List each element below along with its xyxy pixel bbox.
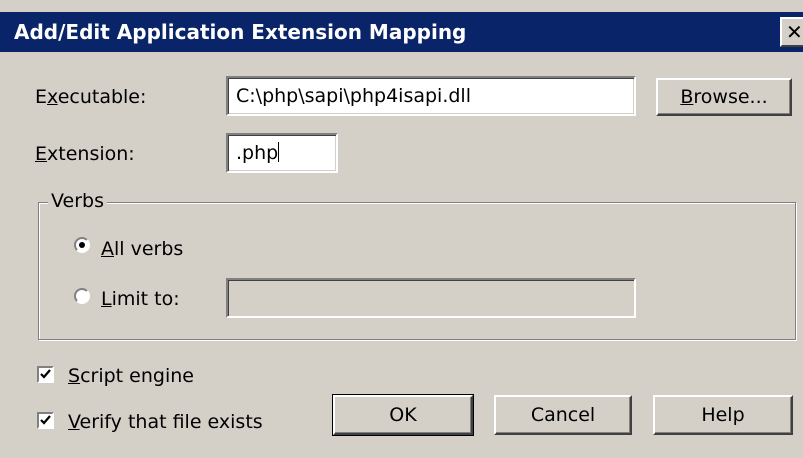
browse-button[interactable]: Browse... xyxy=(656,78,792,116)
verbs-legend: Verbs xyxy=(48,190,107,212)
limit-to-input[interactable] xyxy=(226,278,636,318)
title-bar[interactable]: Add/Edit Application Extension Mapping ✕ xyxy=(0,12,803,52)
verbs-groupbox xyxy=(38,202,796,340)
extension-label: Extension: xyxy=(35,143,135,165)
dialog-title: Add/Edit Application Extension Mapping xyxy=(14,20,467,44)
script-engine-label[interactable]: Script engine xyxy=(68,365,194,387)
extension-mapping-dialog: Add/Edit Application Extension Mapping ✕… xyxy=(0,0,803,458)
cancel-button[interactable]: Cancel xyxy=(494,395,632,435)
verify-file-checkbox[interactable] xyxy=(37,412,54,429)
extension-value: .php xyxy=(236,142,279,164)
help-button[interactable]: Help xyxy=(653,395,793,435)
ok-button[interactable]: OK xyxy=(332,394,474,436)
close-icon: ✕ xyxy=(786,20,803,44)
all-verbs-radio[interactable] xyxy=(74,237,90,253)
radio-selected-dot xyxy=(79,242,85,248)
extension-input[interactable]: .php xyxy=(226,133,338,173)
executable-value: C:\php\sapi\php4isapi.dll xyxy=(236,85,471,107)
all-verbs-label[interactable]: All verbs xyxy=(101,238,183,260)
checkmark-icon xyxy=(40,369,51,379)
close-button[interactable]: ✕ xyxy=(780,17,803,47)
limit-to-radio[interactable] xyxy=(74,288,90,304)
executable-label: Executable: xyxy=(35,86,147,108)
executable-input[interactable]: C:\php\sapi\php4isapi.dll xyxy=(226,76,636,116)
checkmark-icon xyxy=(40,415,51,425)
script-engine-checkbox[interactable] xyxy=(37,366,54,383)
text-caret xyxy=(278,142,280,162)
verify-file-label[interactable]: Verify that file exists xyxy=(68,411,263,433)
limit-to-label[interactable]: Limit to: xyxy=(101,288,180,310)
